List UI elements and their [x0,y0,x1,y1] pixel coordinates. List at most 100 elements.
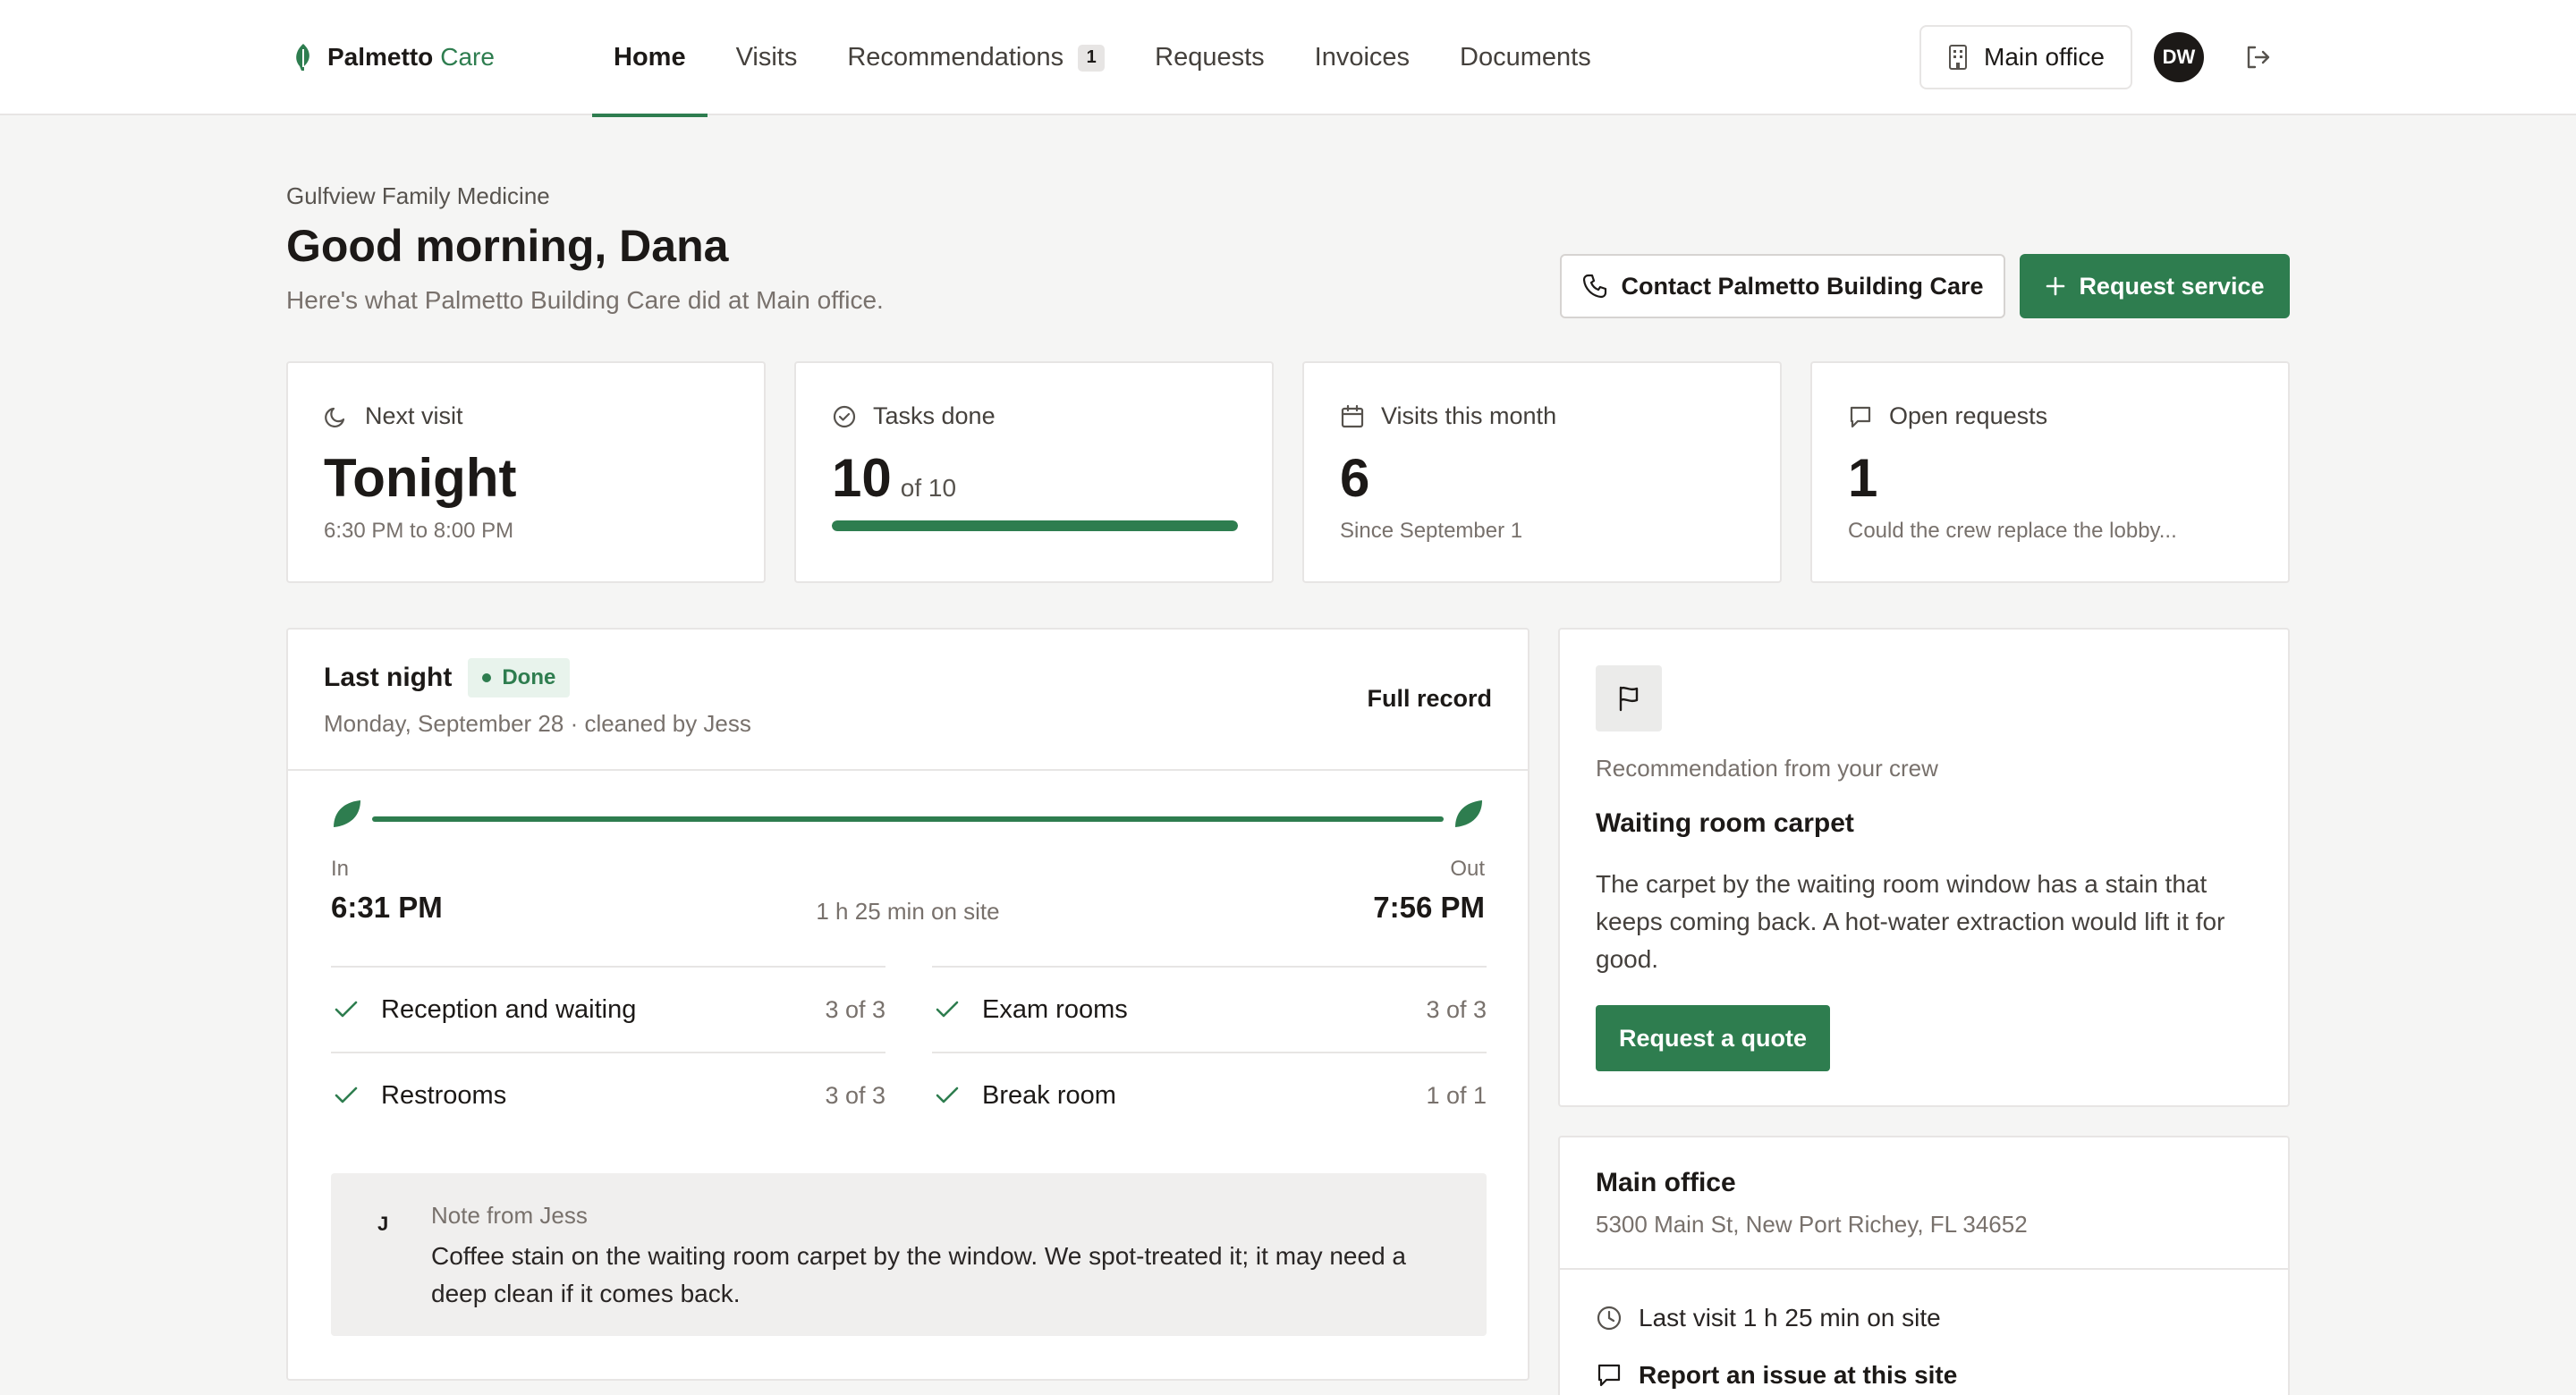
check-icon [936,1086,959,1103]
tab-requests[interactable]: Requests [1133,0,1286,115]
check-icon [335,1086,358,1103]
recommendation-kicker: Recommendation from your crew [1596,755,1938,782]
crew-note: J Note from Jess Coffee stain on the wai… [331,1173,1487,1336]
status-dot [482,673,492,682]
office-selector-button[interactable]: Main office [1919,25,2132,89]
calendar-icon [1341,404,1364,427]
task-name: Restrooms [381,1080,507,1110]
brand-name: Palmetto [327,43,434,71]
task-count: 3 of 3 [825,995,886,1023]
task-name: Exam rooms [982,994,1128,1024]
last-visit-title: Last night [324,663,453,692]
last-visit-meta: Monday, September 28 · cleaned by Jess [324,710,751,737]
task-row: Break room 1 of 1 [932,1052,1487,1137]
clock-icon [1597,1306,1622,1331]
contact-provider-label: Contact Palmetto Building Care [1621,272,1984,300]
tab-visits-label: Visits [735,43,798,72]
last-visit-card: Last night Done Monday, September 28 · c… [286,628,1530,1381]
site-address: 5300 Main St, New Port Richey, FL 34652 [1596,1211,2028,1238]
task-row: Restrooms 3 of 3 [331,1052,886,1137]
divider [288,769,1528,771]
check-out-leaf-icon [1455,800,1482,827]
report-issue-label: Report an issue at this site [1639,1361,1958,1389]
stat-visits-month-sub: Since September 1 [1340,519,1523,543]
task-count: 3 of 3 [1426,995,1487,1023]
contact-provider-button[interactable]: Contact Palmetto Building Care [1560,254,2005,318]
tab-visits[interactable]: Visits [715,0,819,115]
office-selector-label: Main office [1984,43,2105,71]
task-row: Reception and waiting 3 of 3 [331,966,886,1052]
tab-invoices[interactable]: Invoices [1293,0,1431,115]
chat-bubble-icon [1850,406,1871,427]
tab-recommendations-label: Recommendations [847,43,1064,72]
task-name: Reception and waiting [381,994,637,1024]
task-list: Reception and waiting 3 of 3 Exam rooms … [331,966,1487,1137]
task-count: 1 of 1 [1426,1081,1487,1109]
task-row: Exam rooms 3 of 3 [932,966,1487,1052]
sign-out-icon[interactable] [2243,43,2272,72]
site-title: Main office [1596,1168,1736,1197]
check-circle-icon [833,405,856,427]
stat-next-visit-label-row: Next visit [324,402,463,430]
moon-icon [325,407,345,427]
tab-recommendations[interactable]: Recommendations 1 [826,0,1126,115]
check-icon [936,1001,959,1018]
report-issue-link[interactable]: Report an issue at this site [1596,1361,1957,1390]
stat-visits-month-value: 6 [1340,448,1370,508]
status-badge: Done [468,658,571,698]
tasks-progress-bar [832,520,1238,531]
chat-bubble-icon [1597,1364,1621,1387]
stat-tasks-done[interactable]: Tasks done 10 of 10 [794,361,1274,583]
stat-open-requests-label-row: Open requests [1848,402,2047,430]
task-name: Break room [982,1080,1116,1110]
site-last-visit-label: Last visit 1 h 25 min on site [1639,1304,1941,1332]
stat-tasks-done-label-row: Tasks done [832,402,996,430]
tasks-progress-fill [832,520,1238,531]
page-title: Good morning, Dana [286,221,729,271]
request-service-label: Request service [2079,272,2265,300]
last-visit-header: Last night Done [324,658,571,698]
tab-requests-label: Requests [1155,43,1265,72]
note-author-initial: J [377,1213,389,1235]
brand-logo[interactable]: Palmetto Care [292,39,495,75]
site-last-visit: Last visit 1 h 25 min on site [1596,1304,1941,1332]
request-service-button[interactable]: Request service [2020,254,2290,318]
note-author: Note from Jess [431,1202,588,1229]
stat-visits-month-label-row: Visits this month [1340,402,1556,430]
stat-next-visit[interactable]: Next visit Tonight 6:30 PM to 8:00 PM [286,361,766,583]
note-text: Coffee stain on the waiting room carpet … [431,1242,1407,1307]
task-count: 3 of 3 [825,1081,886,1109]
stat-next-visit-label: Next visit [365,402,463,429]
tab-documents[interactable]: Documents [1438,0,1613,115]
tab-home-label: Home [614,43,686,72]
stat-open-requests[interactable]: Open requests 1 Could the crew replace t… [1810,361,2290,583]
stat-visits-month[interactable]: Visits this month 6 Since September 1 [1302,361,1782,583]
brand-suffix: Care [440,43,495,71]
stat-open-requests-sub: Could the crew replace the lobby... [1848,519,2177,543]
user-avatar[interactable]: DW [2154,32,2204,82]
stat-tasks-done-label: Tasks done [873,402,996,429]
full-record-link[interactable]: Full record [1367,685,1492,713]
check-icon [335,1001,358,1018]
stat-tasks-done-value-row: 10 of 10 [832,447,956,509]
divider [1560,1268,2288,1270]
phone-icon [1583,274,1607,299]
tab-invoices-label: Invoices [1314,43,1411,72]
flag-icon [1619,686,1639,712]
recommendation-card: Recommendation from your crew Waiting ro… [1558,628,2290,1107]
plus-icon [2046,276,2065,296]
stat-open-requests-label: Open requests [1889,402,2048,429]
check-in-leaf-icon [334,800,360,827]
recommendations-count-badge: 1 [1078,44,1106,72]
stat-open-requests-value: 1 [1848,448,1878,508]
request-quote-button[interactable]: Request a quote [1596,1005,1830,1071]
recommendation-icon-box [1596,665,1662,731]
stat-visits-month-label: Visits this month [1381,402,1557,429]
top-bar: Palmetto Care Home Visits Recommendation… [0,0,2576,117]
recommendation-body: The carpet by the waiting room window ha… [1596,870,2225,973]
stat-tasks-done-value: 10 [832,448,892,508]
stat-tasks-done-total: of 10 [900,474,957,502]
tab-documents-label: Documents [1460,43,1591,72]
tab-home[interactable]: Home [592,0,708,117]
stat-next-visit-value: Tonight [324,448,517,508]
